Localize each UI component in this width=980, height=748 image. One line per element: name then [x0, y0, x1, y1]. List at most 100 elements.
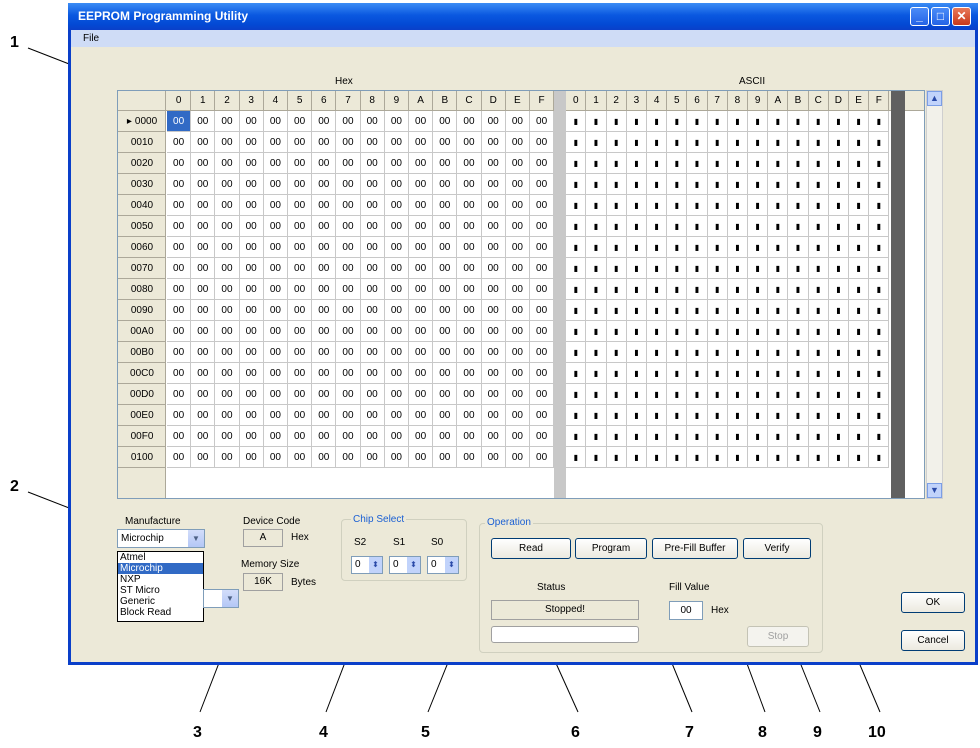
ascii-cell[interactable]: ▮ [727, 300, 748, 321]
hex-cell[interactable]: 00 [360, 300, 385, 321]
hex-cell[interactable]: 00 [191, 447, 216, 468]
hex-cell[interactable]: 00 [215, 111, 240, 132]
ascii-cell[interactable]: ▮ [586, 426, 607, 447]
hex-cell[interactable]: 00 [409, 174, 434, 195]
hex-cell[interactable]: 00 [530, 447, 555, 468]
hex-cell[interactable]: 00 [409, 321, 434, 342]
hex-cell[interactable]: 00 [239, 237, 264, 258]
hex-cell[interactable]: 00 [530, 174, 555, 195]
hex-cell[interactable]: 00 [263, 174, 288, 195]
ascii-cell[interactable]: ▮ [727, 447, 748, 468]
ascii-cell[interactable]: ▮ [768, 363, 789, 384]
ascii-cell[interactable]: ▮ [869, 111, 890, 132]
scroll-up-icon[interactable]: ▲ [927, 91, 942, 106]
hex-cell[interactable]: 00 [384, 363, 409, 384]
hex-cell[interactable]: 00 [530, 405, 555, 426]
ascii-cell[interactable]: ▮ [768, 195, 789, 216]
hex-cell[interactable]: 00 [505, 111, 530, 132]
hex-cell[interactable]: 00 [530, 132, 555, 153]
ascii-cell[interactable]: ▮ [748, 384, 769, 405]
ascii-cell[interactable]: ▮ [626, 321, 647, 342]
hex-cell[interactable]: 00 [288, 447, 313, 468]
ascii-cell[interactable]: ▮ [707, 300, 728, 321]
ascii-cell[interactable]: ▮ [687, 384, 708, 405]
ascii-cell[interactable]: ▮ [606, 321, 627, 342]
ascii-cell[interactable]: ▮ [788, 342, 809, 363]
secondary-select[interactable]: ▼ [203, 589, 239, 608]
hex-cell[interactable]: 00 [409, 300, 434, 321]
hex-cell[interactable]: 00 [167, 237, 192, 258]
ascii-cell[interactable]: ▮ [869, 279, 890, 300]
hex-cell[interactable]: 00 [384, 405, 409, 426]
ascii-cell[interactable]: ▮ [788, 321, 809, 342]
ascii-cell[interactable]: ▮ [687, 321, 708, 342]
hex-cell[interactable]: 00 [288, 300, 313, 321]
hex-cell[interactable]: 00 [167, 363, 192, 384]
ascii-cell[interactable]: ▮ [727, 363, 748, 384]
hex-cell[interactable]: 00 [505, 384, 530, 405]
ascii-cell[interactable]: ▮ [788, 300, 809, 321]
hex-cell[interactable]: 00 [288, 258, 313, 279]
hex-cell[interactable]: 00 [191, 279, 216, 300]
ascii-cell[interactable]: ▮ [768, 174, 789, 195]
ascii-cell[interactable]: ▮ [788, 111, 809, 132]
hex-cell[interactable]: 00 [312, 384, 337, 405]
ascii-cell[interactable]: ▮ [869, 363, 890, 384]
ascii-cell[interactable]: ▮ [727, 321, 748, 342]
ascii-cell[interactable]: ▮ [687, 363, 708, 384]
hex-cell[interactable]: 00 [409, 195, 434, 216]
ascii-cell[interactable]: ▮ [828, 216, 849, 237]
ascii-cell[interactable]: ▮ [788, 258, 809, 279]
ascii-cell[interactable]: ▮ [667, 363, 688, 384]
ascii-cell[interactable]: ▮ [808, 426, 829, 447]
ascii-cell[interactable]: ▮ [606, 447, 627, 468]
hex-cell[interactable]: 00 [312, 174, 337, 195]
hex-cell[interactable]: 00 [288, 111, 313, 132]
hex-cell[interactable]: 00 [530, 321, 555, 342]
ascii-cell[interactable]: ▮ [748, 363, 769, 384]
ascii-cell[interactable]: ▮ [687, 258, 708, 279]
hex-cell[interactable]: 00 [215, 237, 240, 258]
hex-cell[interactable]: 00 [215, 174, 240, 195]
ascii-cell[interactable]: ▮ [586, 111, 607, 132]
hex-cell[interactable]: 00 [409, 342, 434, 363]
manufacture-option[interactable]: Generic [118, 596, 203, 607]
hex-cell[interactable]: 00 [409, 279, 434, 300]
hex-cell[interactable]: 00 [288, 279, 313, 300]
hex-cell[interactable]: 00 [288, 321, 313, 342]
ascii-cell[interactable]: ▮ [707, 111, 728, 132]
ascii-cell[interactable]: ▮ [849, 447, 870, 468]
ascii-cell[interactable]: ▮ [707, 321, 728, 342]
hex-cell[interactable]: 00 [167, 342, 192, 363]
hex-cell[interactable]: 00 [336, 447, 361, 468]
ascii-cell[interactable]: ▮ [606, 363, 627, 384]
ascii-cell[interactable]: ▮ [606, 426, 627, 447]
ascii-cell[interactable]: ▮ [566, 342, 587, 363]
hex-cell[interactable]: 00 [167, 111, 192, 132]
hex-cell[interactable]: 00 [481, 321, 506, 342]
ascii-cell[interactable]: ▮ [606, 384, 627, 405]
hex-cell[interactable]: 00 [505, 426, 530, 447]
hex-cell[interactable]: 00 [191, 321, 216, 342]
hex-cell[interactable]: 00 [336, 384, 361, 405]
hex-cell[interactable]: 00 [481, 111, 506, 132]
manufacture-option[interactable]: Block Read [118, 607, 203, 618]
ascii-cell[interactable]: ▮ [788, 195, 809, 216]
ascii-cell[interactable]: ▮ [768, 342, 789, 363]
ascii-cell[interactable]: ▮ [828, 321, 849, 342]
hex-cell[interactable]: 00 [360, 384, 385, 405]
hex-cell[interactable]: 00 [481, 363, 506, 384]
hex-cell[interactable]: 00 [457, 216, 482, 237]
ascii-cell[interactable]: ▮ [707, 195, 728, 216]
hex-cell[interactable]: 00 [167, 321, 192, 342]
ascii-cell[interactable]: ▮ [606, 216, 627, 237]
hex-cell[interactable]: 00 [409, 384, 434, 405]
ascii-cell[interactable]: ▮ [808, 237, 829, 258]
hex-cell[interactable]: 00 [433, 342, 458, 363]
grid-vertical-scrollbar[interactable]: ▲ ▼ [926, 90, 943, 499]
hex-cell[interactable]: 00 [239, 279, 264, 300]
ascii-cell[interactable]: ▮ [667, 258, 688, 279]
ascii-cell[interactable]: ▮ [828, 258, 849, 279]
ascii-cell[interactable]: ▮ [869, 153, 890, 174]
hex-cell[interactable]: 00 [336, 258, 361, 279]
